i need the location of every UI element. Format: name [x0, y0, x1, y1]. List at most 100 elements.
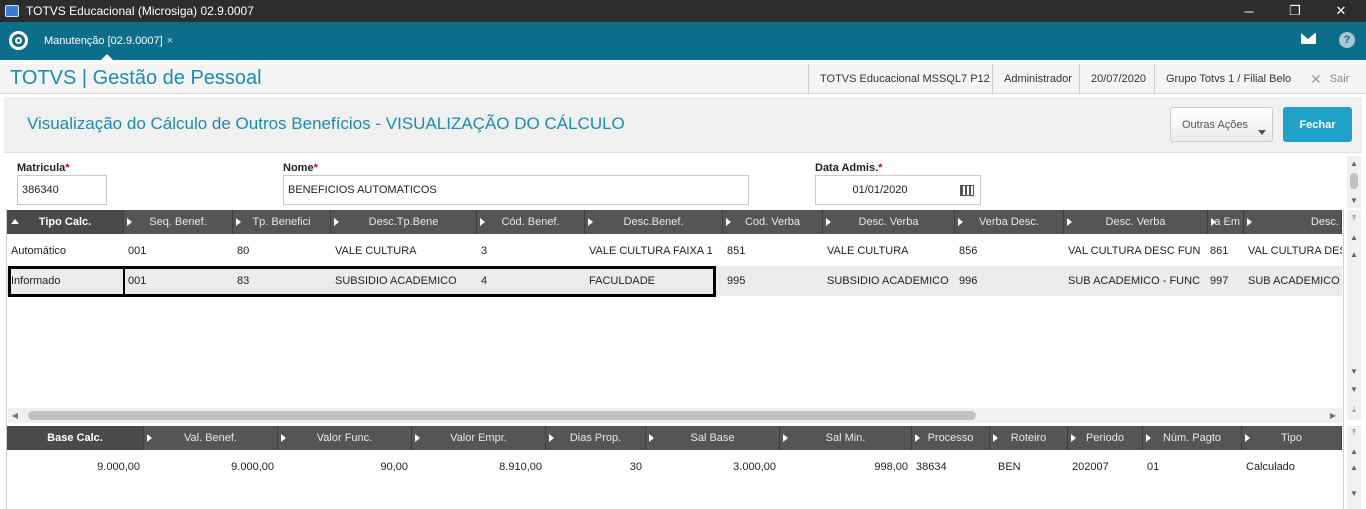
exit-label: Sair [1329, 73, 1350, 85]
scroll-down-icon[interactable]: ▼ [1347, 486, 1361, 500]
table-cell: 997 [1210, 275, 1229, 287]
data-admis-field[interactable]: 01/01/2020 [815, 175, 981, 205]
date-label: 20/07/2020 [1079, 64, 1146, 94]
mail-icon[interactable] [1301, 33, 1316, 44]
table-cell: 9.000,00 [231, 461, 274, 473]
scroll-thumb[interactable] [1350, 173, 1358, 189]
data-admis-value: 01/01/2020 [852, 184, 908, 196]
grid2-col[interactable]: Sal Base [646, 426, 780, 450]
grid1-col[interactable]: Cód. Benef. [477, 210, 585, 234]
grid1-col[interactable]: Desc.Tp.Bene [331, 210, 477, 234]
scroll-down-icon[interactable]: ▼ [1347, 382, 1361, 396]
grid1-hscrollbar[interactable]: ◀ ▶ [8, 408, 1342, 423]
grid2-col[interactable]: Valor Func. [278, 426, 412, 450]
table-cell: Informado [11, 275, 61, 287]
scroll-up-icon[interactable]: ▲ [1347, 156, 1361, 170]
grid1-col[interactable]: Desc. Verba [1064, 210, 1208, 234]
table-cell: 996 [959, 275, 978, 287]
scroll-bottom-icon[interactable]: ⤓ [1347, 403, 1361, 417]
grid2-col[interactable]: Valor Empr. [412, 426, 546, 450]
scroll-down-icon[interactable]: ▼ [1347, 193, 1361, 207]
column-marker-icon [1146, 434, 1151, 442]
table-cell: 995 [727, 275, 746, 287]
scroll-up-icon[interactable]: ▲ [1347, 444, 1361, 458]
column-marker-icon [649, 434, 654, 442]
calendar-icon[interactable] [960, 185, 974, 196]
grid1-col[interactable]: Desc. Verba [823, 210, 955, 234]
nome-label: Nome* [283, 162, 318, 174]
grid2-vscrollbar[interactable]: ⤒ ▲ ▲ ▼ [1347, 426, 1361, 509]
table-cell: 3 [481, 245, 488, 257]
grid1-col[interactable]: a Em [1208, 210, 1244, 234]
table-row[interactable]: Automático 001 80 VALE CULTURA 3 VALE CU… [7, 236, 1342, 266]
grid2-col[interactable]: Processo [912, 426, 990, 450]
minimize-button[interactable]: ─ [1226, 0, 1272, 22]
grid2-col[interactable]: Val. Benef. [144, 426, 278, 450]
table-cell: Automático [11, 245, 67, 257]
scroll-left-icon[interactable]: ◀ [8, 408, 22, 423]
table-cell: 38634 [916, 461, 947, 473]
user-label: Administrador [992, 64, 1072, 94]
outras-acoes-button[interactable]: Outras Ações [1170, 107, 1273, 142]
grid2-col[interactable]: Núm. Pagto [1143, 426, 1242, 450]
column-marker-icon [1245, 434, 1250, 442]
scroll-up-icon[interactable]: ▲ [1347, 230, 1361, 244]
column-marker-icon [480, 218, 485, 226]
grid1-col[interactable]: Desc. [1244, 210, 1342, 234]
table-cell: VAL CULTURA DESC [1248, 245, 1342, 257]
column-marker-icon [1067, 218, 1072, 226]
values-grid-header: Base Calc. Val. Benef. Valor Func. Valor… [7, 426, 1342, 450]
grid1-col[interactable]: Tipo Calc. [7, 210, 124, 234]
grid1-col[interactable]: Cod. Verba [723, 210, 823, 234]
scroll-right-icon[interactable]: ▶ [1326, 408, 1340, 423]
branch-label: Grupo Totvs 1 / Filial Belo [1154, 64, 1291, 94]
grid2-col[interactable]: Tipo [1242, 426, 1342, 450]
matricula-field[interactable]: 386340 [17, 175, 107, 205]
column-marker-icon [1211, 218, 1216, 226]
scroll-top-icon[interactable]: ⤒ [1347, 426, 1361, 440]
close-window-button[interactable]: ✕ [1318, 0, 1364, 22]
chevron-down-icon [1258, 130, 1266, 135]
scroll-top-icon[interactable]: ⤒ [1347, 212, 1361, 226]
nome-field[interactable]: BENEFICIOS AUTOMATICOS [283, 175, 749, 205]
app-brand: TOTVS | Gestão de Pessoal [10, 67, 262, 89]
table-cell: 856 [959, 245, 978, 257]
grid1-col[interactable]: Desc.Benef. [585, 210, 723, 234]
restore-button[interactable]: ❐ [1272, 0, 1318, 22]
grid1-col[interactable]: Seq. Benef. [124, 210, 233, 234]
grid2-col[interactable]: Roteiro [990, 426, 1068, 450]
column-marker-icon [826, 218, 831, 226]
column-marker-icon [1071, 434, 1076, 442]
app-header: TOTVS | Gestão de Pessoal TOTVS Educacio… [0, 60, 1366, 94]
table-row-selected[interactable]: Informado 001 83 SUBSIDIO ACADEMICO 4 FA… [7, 266, 1342, 296]
outras-acoes-label: Outras Ações [1182, 118, 1249, 131]
grid2-col[interactable]: Base Calc. [7, 426, 144, 450]
table-cell: 202007 [1072, 461, 1109, 473]
grid1-vscrollbar[interactable]: ⤒ ▲ ▲ ▼ ▼ ⤓ [1347, 210, 1361, 420]
table-cell: SUBSIDIO ACADEMICO [335, 275, 457, 287]
grid1-col[interactable]: Verba Desc. [955, 210, 1064, 234]
home-icon[interactable] [9, 31, 28, 50]
grid2-col[interactable]: Dias Prop. [546, 426, 646, 450]
hscroll-thumb[interactable] [28, 411, 976, 420]
table-cell: 001 [128, 245, 147, 257]
grid2-col[interactable]: Periodo [1068, 426, 1143, 450]
table-row[interactable]: 9.000,00 9.000,00 90,00 8.910,00 30 3.00… [7, 452, 1342, 482]
help-icon[interactable]: ? [1339, 32, 1355, 48]
form-scrollbar[interactable]: ▲ ▼ [1347, 156, 1361, 208]
grid1-col[interactable]: Tp. Benefici [233, 210, 331, 234]
tab-close-icon[interactable]: × [167, 35, 173, 47]
table-cell: FACULDADE [589, 275, 656, 287]
scroll-down-icon[interactable]: ▼ [1347, 364, 1361, 378]
scroll-up-icon[interactable]: ▲ [1347, 460, 1361, 474]
table-cell: SUB ACADEMICO - [1248, 275, 1342, 287]
scroll-up-icon[interactable]: ▲ [1347, 247, 1361, 261]
table-cell: 4 [481, 275, 488, 287]
column-marker-icon [549, 434, 554, 442]
table-cell: 001 [128, 275, 147, 287]
table-cell: 90,00 [380, 461, 408, 473]
close-icon: ✕ [1310, 70, 1322, 87]
exit-button[interactable]: ✕ Sair [1310, 64, 1349, 94]
grid2-col[interactable]: Sal Min. [780, 426, 912, 450]
fechar-button[interactable]: Fechar [1283, 107, 1352, 142]
